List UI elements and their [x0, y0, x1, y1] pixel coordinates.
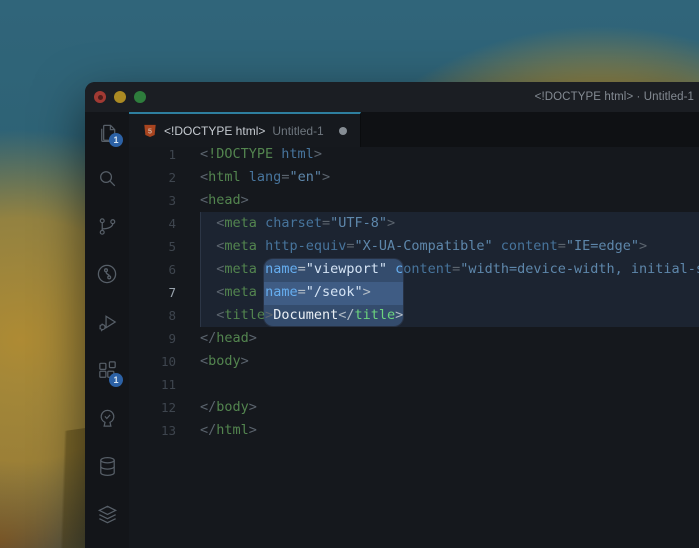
line-number[interactable]: 1	[129, 147, 176, 166]
line-number[interactable]: 6	[129, 258, 176, 281]
line-number[interactable]: 9	[129, 327, 176, 350]
line-content: <body>	[176, 350, 699, 373]
line-number[interactable]: 11	[129, 373, 176, 396]
tab-label: <!DOCTYPE html>	[164, 124, 265, 138]
line-number[interactable]: 13	[129, 419, 176, 442]
line-number[interactable]: 3	[129, 189, 176, 212]
line-content: <html lang="en">	[176, 166, 699, 189]
traffic-lights	[85, 91, 146, 103]
code-line-9[interactable]: 9</head>	[129, 327, 699, 350]
code-line-8[interactable]: 8 <title>Document</title>	[129, 304, 699, 327]
line-content: </html>	[176, 419, 699, 442]
search-icon	[96, 167, 119, 190]
line-content: <meta http-equiv="X-UA-Compatible" conte…	[176, 235, 699, 258]
database-icon	[96, 455, 119, 478]
commit-graph-icon	[95, 262, 119, 286]
sidebar-item-source-control[interactable]	[85, 202, 129, 250]
line-number[interactable]: 8	[129, 304, 176, 327]
tab-bar: 5 <!DOCTYPE html> Untitled-1	[129, 112, 699, 147]
sidebar-item-search[interactable]	[85, 154, 129, 202]
html5-icon: 5	[143, 123, 157, 139]
code-line-3[interactable]: 3<head>	[129, 189, 699, 212]
extensions-badge: 1	[109, 373, 123, 387]
line-content: <!DOCTYPE html>	[176, 147, 699, 166]
explorer-badge: 1	[109, 133, 123, 147]
window-title: <!DOCTYPE html> · Untitled-1	[535, 82, 694, 112]
code-line-4[interactable]: 4 <meta charset="UTF-8">	[129, 212, 699, 235]
code-line-11[interactable]: 11	[129, 373, 699, 396]
sidebar-item-run-and-debug[interactable]	[85, 298, 129, 346]
sidebar-item-commit-graph[interactable]	[85, 250, 129, 298]
code-line-6[interactable]: 6 <meta name="viewport" content="width=d…	[129, 258, 699, 281]
code-line-2[interactable]: 2<html lang="en">	[129, 166, 699, 189]
sidebar-item-database[interactable]	[85, 442, 129, 490]
code-lines: 1<!DOCTYPE html>2<html lang="en">3<head>…	[129, 147, 699, 442]
line-content: <title>Document</title>	[176, 304, 699, 327]
line-number[interactable]: 5	[129, 235, 176, 258]
line-content: </head>	[176, 327, 699, 350]
debug-play-icon	[96, 311, 119, 334]
svg-text:5: 5	[148, 126, 152, 135]
line-number[interactable]: 2	[129, 166, 176, 189]
line-number[interactable]: 7	[129, 281, 176, 304]
line-number[interactable]: 12	[129, 396, 176, 419]
sidebar-item-extensions[interactable]: 1	[85, 346, 129, 394]
code-editor[interactable]: 1<!DOCTYPE html>2<html lang="en">3<head>…	[129, 147, 699, 548]
tab-untitled-1[interactable]: 5 <!DOCTYPE html> Untitled-1	[129, 112, 361, 147]
code-line-12[interactable]: 12</body>	[129, 396, 699, 419]
tree-check-icon	[96, 407, 119, 430]
zoom-window-button[interactable]	[134, 91, 146, 103]
modified-dot-icon[interactable]	[339, 127, 347, 135]
code-line-10[interactable]: 10<body>	[129, 350, 699, 373]
sidebar-item-explorer[interactable]: 1	[85, 112, 129, 154]
line-content: <head>	[176, 189, 699, 212]
code-line-1[interactable]: 1<!DOCTYPE html>	[129, 147, 699, 166]
line-content	[176, 373, 699, 396]
minimize-window-button[interactable]	[114, 91, 126, 103]
screenshot-root: <!DOCTYPE html> · Untitled-1 1	[0, 0, 699, 548]
activity-bar: 1	[85, 112, 129, 548]
git-branch-icon	[96, 215, 119, 238]
code-line-7[interactable]: 7 <meta name="/seok">	[129, 281, 699, 304]
line-content: <meta name="viewport" content="width=dev…	[176, 258, 699, 281]
tab-detail: Untitled-1	[272, 124, 323, 138]
line-content: <meta name="/seok">	[176, 281, 699, 304]
code-line-5[interactable]: 5 <meta http-equiv="X-UA-Compatible" con…	[129, 235, 699, 258]
code-line-13[interactable]: 13</html>	[129, 419, 699, 442]
close-window-button[interactable]	[94, 91, 106, 103]
layers-icon	[96, 503, 119, 526]
window-titlebar[interactable]: <!DOCTYPE html> · Untitled-1	[85, 82, 699, 112]
line-content: <meta charset="UTF-8">	[176, 212, 699, 235]
line-content: </body>	[176, 396, 699, 419]
sidebar-item-todo-tree[interactable]	[85, 394, 129, 442]
vscode-window: <!DOCTYPE html> · Untitled-1 1	[85, 82, 699, 548]
line-number[interactable]: 4	[129, 212, 176, 235]
line-number[interactable]: 10	[129, 350, 176, 373]
sidebar-item-layers[interactable]	[85, 490, 129, 538]
